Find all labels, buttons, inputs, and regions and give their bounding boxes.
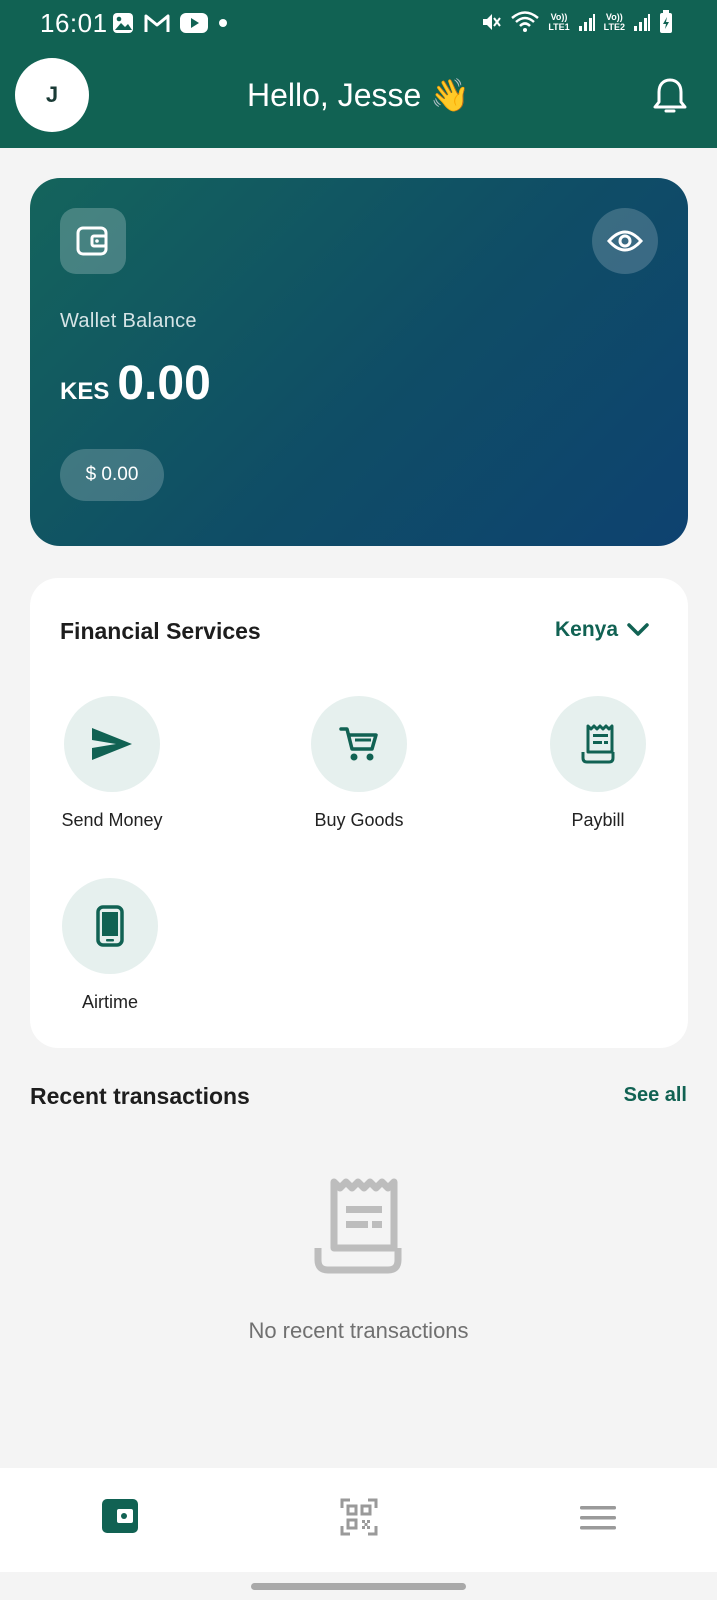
nav-menu[interactable] (580, 1506, 616, 1535)
balance-currency: KES (60, 378, 110, 405)
usd-balance-text: $ 0.00 (85, 464, 139, 485)
service-label: Airtime (81, 992, 138, 1012)
service-icon-circle (62, 878, 158, 974)
country-label: Kenya (554, 618, 618, 641)
usd-balance-badge: $ 0.00 (60, 449, 164, 501)
wallet-badge (60, 208, 126, 274)
eye-icon (607, 230, 643, 252)
service-paybill[interactable]: Paybill (528, 696, 668, 831)
send-icon (92, 728, 132, 760)
wallet-card: Wallet Balance KES 0.00 $ 0.00 (30, 178, 688, 546)
balance-amount: 0.00 (117, 357, 211, 410)
signal-icon (634, 14, 650, 31)
balance-display: KES 0.00 (60, 356, 211, 411)
gallery-icon (113, 13, 133, 33)
cart-icon (339, 727, 378, 761)
wallet-icon (76, 226, 108, 256)
status-left-icons (112, 12, 228, 34)
service-label: Paybill (571, 810, 625, 830)
signal-icon (578, 14, 595, 31)
app-header: 16:01 Vo)) LTE1 Vo)) LTE2 J Hello, Jesse… (0, 0, 717, 148)
see-all-link[interactable]: See all (624, 1084, 687, 1107)
phone-icon (96, 905, 124, 947)
lte1-top-label: Vo)) (550, 12, 568, 22)
bottom-navigation (0, 1468, 717, 1572)
recent-transactions-title: Recent transactions (30, 1083, 250, 1109)
wave-emoji-icon: 👋 (430, 77, 471, 113)
greeting-text: Hello, Jesse (246, 77, 422, 113)
battery-icon (660, 10, 672, 33)
nav-wallet[interactable] (102, 1498, 138, 1539)
receipt-icon (581, 724, 615, 764)
gesture-home-bar[interactable] (251, 1583, 466, 1590)
service-buy-goods[interactable]: Buy Goods (289, 696, 429, 831)
empty-state-text: No recent transactions (248, 1318, 469, 1343)
empty-state-graphic (312, 1178, 404, 1279)
bell-icon (653, 78, 687, 113)
volte-lte1-icon: Vo)) LTE1 (548, 12, 569, 32)
nav-qr-scan[interactable] (340, 1498, 378, 1541)
status-time: 16:01 (40, 8, 108, 38)
wallet-balance-label: Wallet Balance (60, 310, 197, 332)
qr-code-icon (340, 1498, 378, 1536)
dot-icon (219, 19, 227, 27)
wallet-icon (102, 1499, 138, 1533)
mute-icon (483, 14, 502, 30)
receipt-icon (314, 1178, 402, 1274)
toggle-balance-visibility-button[interactable] (592, 208, 658, 274)
status-bar: 16:01 Vo)) LTE1 Vo)) LTE2 (0, 0, 717, 48)
service-airtime[interactable]: Airtime (40, 878, 180, 1013)
lte2-bottom-label: LTE2 (603, 22, 625, 32)
chevron-down-icon (627, 623, 649, 636)
country-selector[interactable]: Kenya (555, 618, 650, 642)
service-label: Buy Goods (314, 810, 404, 830)
gmail-icon (144, 14, 170, 32)
financial-services-card: Financial Services Kenya Send Money Buy … (30, 578, 688, 1048)
service-icon-circle (550, 696, 646, 792)
service-send-money[interactable]: Send Money (42, 696, 182, 831)
menu-icon (580, 1506, 616, 1530)
service-label: Send Money (61, 810, 163, 830)
lte1-bottom-label: LTE1 (548, 22, 570, 32)
wifi-icon (511, 11, 540, 32)
services-title: Financial Services (60, 618, 261, 644)
greeting-title: Hello, Jesse 👋 (0, 76, 717, 114)
service-icon-circle (64, 696, 160, 792)
notifications-button[interactable] (652, 76, 688, 121)
lte2-top-label: Vo)) (605, 12, 623, 22)
volte-lte2-icon: Vo)) LTE2 (604, 12, 625, 32)
status-right-icons: Vo)) LTE1 Vo)) LTE2 (480, 10, 673, 34)
service-icon-circle (311, 696, 407, 792)
youtube-icon (180, 13, 208, 33)
